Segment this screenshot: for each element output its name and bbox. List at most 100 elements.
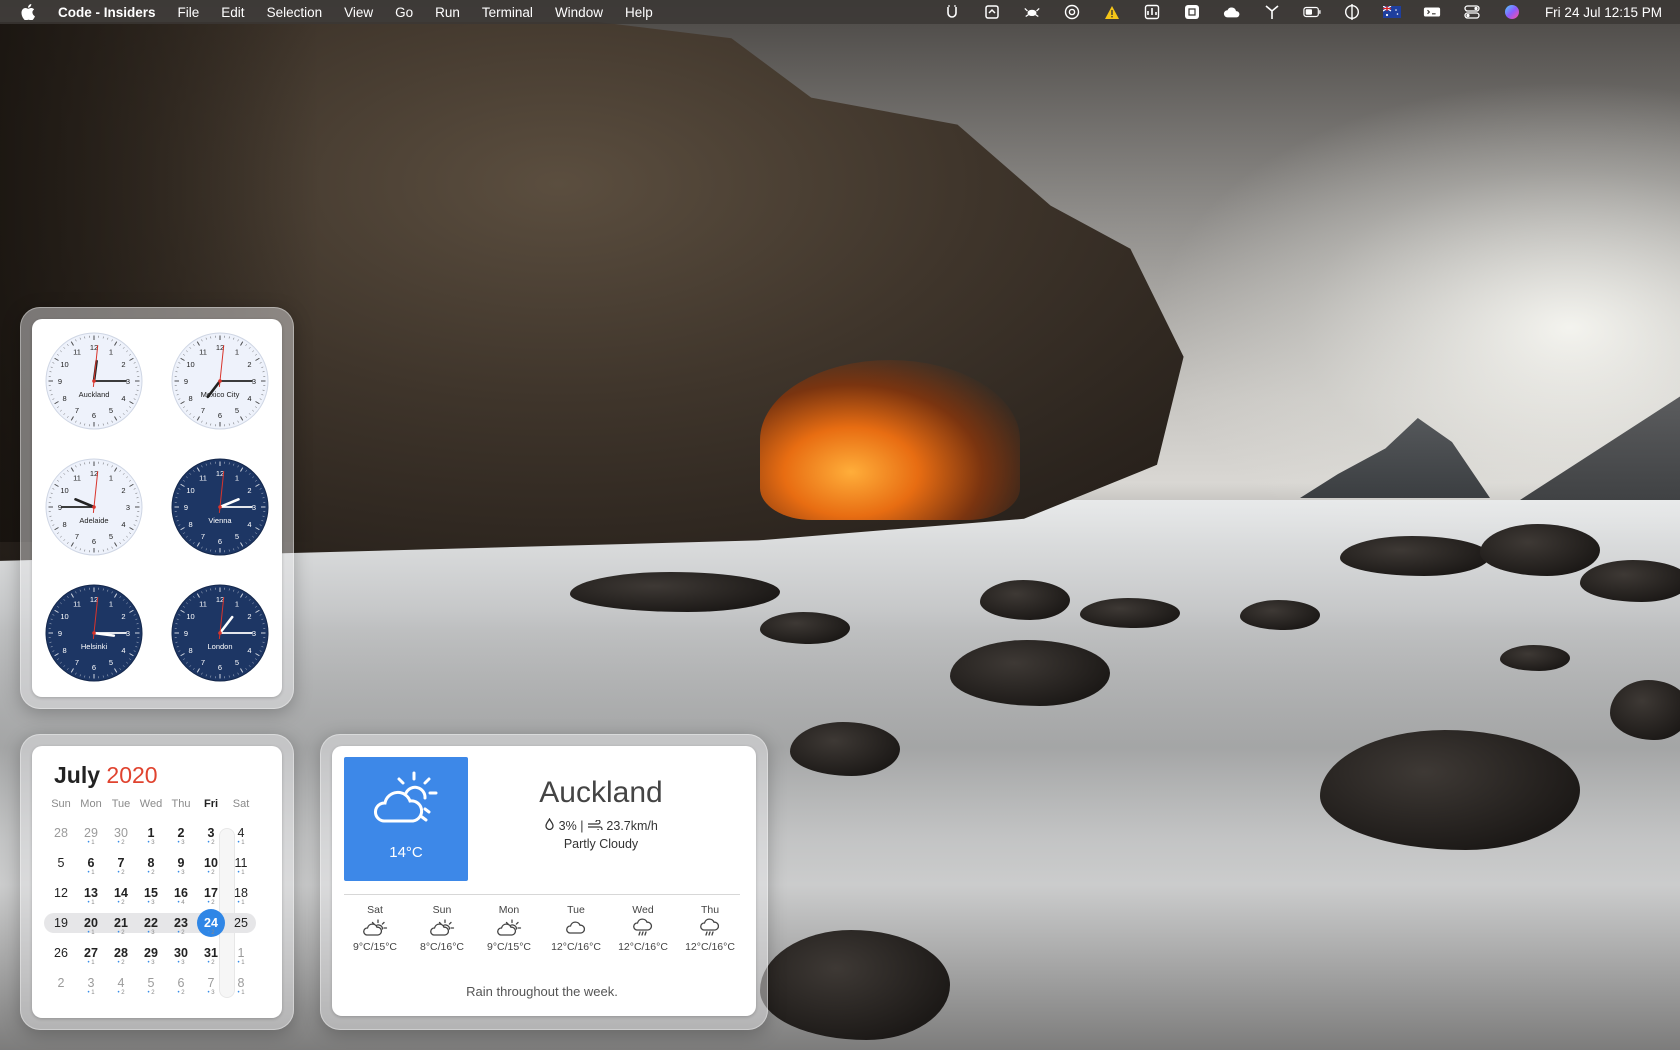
apple-logo-icon[interactable] <box>20 4 36 20</box>
weather-condition: Partly Cloudy <box>563 837 639 851</box>
siri-icon[interactable] <box>1503 4 1521 20</box>
calendar-day[interactable]: 27 • 1 <box>76 938 106 968</box>
calendar-day[interactable]: 22 • 3 <box>136 908 166 938</box>
activity-monitor-icon[interactable] <box>1143 4 1161 20</box>
battery-icon[interactable] <box>1303 4 1321 20</box>
calendar-day[interactable]: 28 • 2 <box>106 938 136 968</box>
calendar-day-number: 4 <box>117 976 125 990</box>
calendar-day[interactable]: 2 • 3 <box>166 818 196 848</box>
cloud-icon[interactable] <box>1223 4 1241 20</box>
switches-icon[interactable] <box>1463 4 1481 20</box>
calendar-day[interactable]: 11 • 1 <box>226 848 256 878</box>
event-count-indicator: • 1 <box>237 900 245 906</box>
calendar-day[interactable]: 4 • 1 <box>226 818 256 848</box>
menu-window[interactable]: Window <box>555 5 603 20</box>
calendar-day[interactable]: 15 • 3 <box>136 878 166 908</box>
calendar-day[interactable]: 2 <box>46 968 76 998</box>
calendar-day[interactable]: 31 • 2 <box>196 938 226 968</box>
calendar-day-number: 23 <box>174 916 188 930</box>
clock-vienna[interactable]: 1 2 3 4 5 6 7 8 9 10 11 12 Vienna <box>170 457 270 557</box>
calendar-day-number: 17 <box>204 886 218 900</box>
command-key-icon[interactable] <box>1183 4 1201 20</box>
calendar-day[interactable]: 29 • 1 <box>76 818 106 848</box>
australian-flag-icon[interactable] <box>1382 4 1401 20</box>
calendar-day[interactable]: 1 • 3 <box>136 818 166 848</box>
calendar-day[interactable]: 6 • 2 <box>166 968 196 998</box>
clipboard-icon[interactable] <box>983 4 1001 20</box>
menu-view[interactable]: View <box>344 5 373 20</box>
weekday-label-today: Fri <box>203 798 219 810</box>
clock-numeral: 3 <box>126 503 130 512</box>
calendar-day[interactable]: 3 • 2 <box>196 818 226 848</box>
calendar-month-title[interactable]: July 2020 <box>54 762 158 789</box>
calendar-day[interactable]: 5 • 2 <box>136 968 166 998</box>
u-glyph-icon[interactable] <box>943 4 961 20</box>
menu-help[interactable]: Help <box>625 5 653 20</box>
calendar-day[interactable]: 8 • 1 <box>226 968 256 998</box>
event-count-indicator <box>46 930 76 938</box>
calendar-day[interactable]: 17 • 2 <box>196 878 226 908</box>
control-box-icon[interactable] <box>1423 4 1441 20</box>
calendar-day[interactable]: 13 • 1 <box>76 878 106 908</box>
calendar-day[interactable]: 6 • 1 <box>76 848 106 878</box>
clock-london[interactable]: 1 2 3 4 5 6 7 8 9 10 11 12 London <box>170 583 270 683</box>
dial-icon[interactable] <box>1343 4 1361 20</box>
calendar-day[interactable]: 28 <box>46 818 76 848</box>
beach-rock <box>1580 560 1680 602</box>
warning-icon[interactable] <box>1103 4 1121 20</box>
calendar-day[interactable]: 3 • 1 <box>76 968 106 998</box>
calendar-day[interactable]: 14 • 2 <box>106 878 136 908</box>
calendar-day[interactable]: 5 <box>46 848 76 878</box>
calendar-day[interactable]: 7 • 2 <box>106 848 136 878</box>
clock-numeral: 11 <box>199 347 207 356</box>
calendar-day[interactable]: 16 • 4 <box>166 878 196 908</box>
calendar-day[interactable]: 12 <box>46 878 76 908</box>
weekday-label: Sat <box>232 798 250 810</box>
menu-go[interactable]: Go <box>395 5 413 20</box>
analog-clock-face: 123456789101112 <box>45 584 143 682</box>
forecast-day: Sat 9°C/15°C <box>344 904 406 953</box>
calendar-day[interactable]: 20 • 1 <box>76 908 106 938</box>
calendar-day[interactable]: 23 • 2 <box>166 908 196 938</box>
calendar-day[interactable]: 10 • 2 <box>196 848 226 878</box>
clock-mexico-city[interactable]: 1 2 3 4 5 6 7 8 9 10 11 12 Mexico City <box>170 331 270 431</box>
menu-selection[interactable]: Selection <box>267 5 323 20</box>
calendar-day[interactable]: 9 • 3 <box>166 848 196 878</box>
calendar-day[interactable]: 19 <box>46 908 76 938</box>
calendar-day[interactable]: 29 • 3 <box>136 938 166 968</box>
calendar-day[interactable]: 18 • 1 <box>226 878 256 908</box>
calendar-day[interactable]: 21 • 2 <box>106 908 136 938</box>
clock-center-pin <box>92 631 96 635</box>
clock-helsinki[interactable]: 1 2 3 4 5 6 7 8 9 10 11 12 Helsinki <box>44 583 144 683</box>
antenna-icon[interactable] <box>1263 4 1281 20</box>
clock-numeral: 7 <box>201 658 205 667</box>
menu-file[interactable]: File <box>178 5 200 20</box>
clock-city-label: Helsinki <box>80 642 108 651</box>
menu-terminal[interactable]: Terminal <box>482 5 533 20</box>
clock-center-pin <box>218 631 222 635</box>
partly-cloudy-icon <box>374 771 438 823</box>
calendar-day-today[interactable]: 24 • 2 <box>196 908 226 938</box>
at-sign-icon[interactable] <box>1063 4 1081 20</box>
clock-numeral: 1 <box>109 347 113 356</box>
calendar-day[interactable]: 7 • 3 <box>196 968 226 998</box>
crab-icon[interactable] <box>1023 4 1041 20</box>
calendar-day[interactable]: 30 • 3 <box>166 938 196 968</box>
menu-app-name[interactable]: Code - Insiders <box>58 5 156 20</box>
calendar-day[interactable]: 26 <box>46 938 76 968</box>
calendar-day[interactable]: 4 • 2 <box>106 968 136 998</box>
clock-auckland[interactable]: 1 2 3 4 5 6 7 8 9 10 11 12 Auckland <box>44 331 144 431</box>
menu-edit[interactable]: Edit <box>221 5 244 20</box>
calendar-day[interactable]: 30 • 2 <box>106 818 136 848</box>
calendar-day[interactable]: 8 • 2 <box>136 848 166 878</box>
calendar-day-number: 5 <box>57 856 65 870</box>
wind-icon <box>587 819 603 832</box>
clock-numeral: 11 <box>73 473 81 482</box>
event-count-indicator: • 2 <box>207 900 215 906</box>
calendar-day[interactable]: 1 • 1 <box>226 938 256 968</box>
clock-adelaide[interactable]: 1 2 3 4 5 6 7 8 9 10 11 12 Adelaide <box>44 457 144 557</box>
menu-run[interactable]: Run <box>435 5 460 20</box>
calendar-day[interactable]: 25 <box>226 908 256 938</box>
weather-card[interactable]: 14°C Auckland 3% | 23.7km/h Partly Cloud… <box>332 746 756 1016</box>
menubar-datetime[interactable]: Fri 24 Jul 12:15 PM <box>1545 5 1662 20</box>
